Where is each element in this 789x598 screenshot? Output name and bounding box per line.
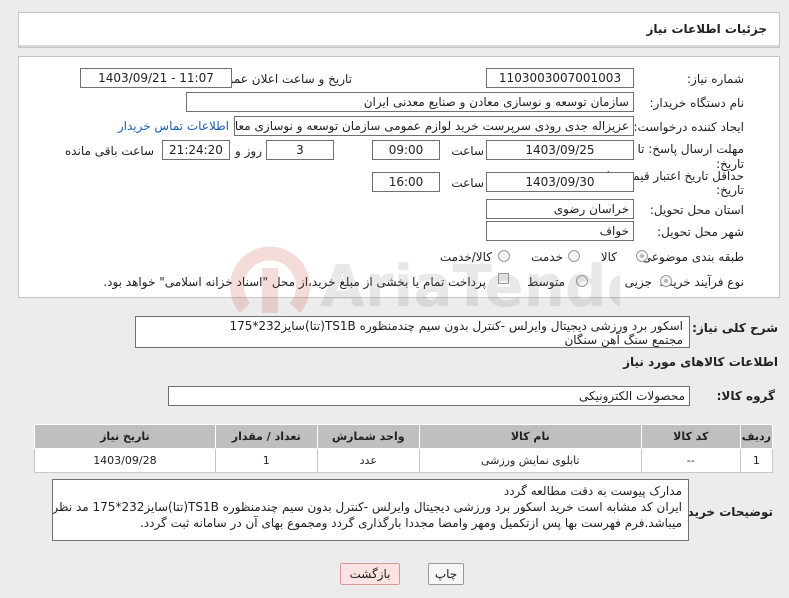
days-label: روز و	[235, 144, 262, 158]
col-need-date: تاریخ نیاز	[34, 424, 216, 449]
purchase-radio-minor[interactable]	[660, 275, 672, 287]
buyer-notes-box[interactable]: مدارک پیوست به دقت مطالعه گردد ایران کد …	[52, 479, 689, 541]
days-remaining-field[interactable]: 3	[266, 140, 334, 160]
category-radio-service[interactable]	[568, 250, 580, 262]
category-option-both: کالا/خدمت	[439, 250, 492, 264]
cell-need-date: 1403/09/28	[34, 448, 216, 473]
purchase-option-medium: متوسط	[527, 275, 565, 289]
requester-field[interactable]: عزیزاله جدی رودی سرپرست خرید لوازم عمومی…	[234, 116, 634, 136]
deadline-label: مهلت ارسال پاسخ: تا	[637, 142, 744, 156]
goods-section-title: اطلاعات کالاهای مورد نیاز	[623, 355, 778, 369]
province-field[interactable]: خراسان رضوی	[486, 199, 634, 219]
validity-time-field[interactable]: 16:00	[372, 172, 440, 192]
treasury-payment-checkbox[interactable]	[498, 273, 509, 284]
announce-datetime-field[interactable]: 1403/09/21 - 11:07	[80, 68, 232, 88]
validity-date-label: تاریخ:	[716, 183, 744, 197]
validity-date-field[interactable]: 1403/09/30	[486, 172, 634, 192]
deadline-date-field[interactable]: 1403/09/25	[486, 140, 634, 160]
buyer-notes-line-2: ایران کد مشابه است خرید اسکور برد ورزشی …	[52, 500, 682, 514]
buyer-notes-line-1: مدارک پیوست به دقت مطالعه گردد	[503, 484, 682, 498]
goods-group-field[interactable]: محصولات الکترونیکی	[168, 386, 690, 406]
cell-quantity: 1	[214, 448, 318, 473]
deadline-time-label: ساعت	[451, 144, 484, 158]
city-label: شهر محل تحویل:	[657, 225, 744, 239]
category-option-goods: کالا	[600, 250, 617, 264]
cell-code: --	[640, 448, 741, 473]
description-line-1: اسکور برد ورزشی دیجیتال وایرلس -کنترل بد…	[229, 319, 683, 333]
header-panel: جزئیات اطلاعات نیاز	[18, 12, 780, 48]
validity-time-label: ساعت	[451, 176, 484, 190]
deadline-time-field[interactable]: 09:00	[372, 140, 440, 160]
description-line-2: مجتمع سنگ آهن سنگان	[564, 333, 683, 347]
goods-table: ردیف کد کالا نام کالا واحد شمارش تعداد /…	[34, 424, 774, 473]
goods-table-header: ردیف کد کالا نام کالا واحد شمارش تعداد /…	[34, 424, 774, 449]
cell-name: تابلوی نمایش ورزشی	[418, 448, 642, 473]
need-number-field[interactable]: 1103003007001003	[486, 68, 634, 88]
buyer-notes-line-3: میباشد.فرم فهرست بها پس ازتکمیل ومهر وام…	[139, 516, 682, 530]
table-row: 1 -- تابلوی نمایش ورزشی عدد 1 1403/09/28	[34, 448, 774, 473]
requester-label: ایجاد کننده درخواست:	[633, 120, 744, 134]
category-label: طبقه بندی موضوعی:	[637, 250, 744, 264]
category-radio-both[interactable]	[498, 250, 510, 262]
goods-group-label: گروه کالا:	[716, 389, 775, 403]
description-box[interactable]: اسکور برد ورزشی دیجیتال وایرلس -کنترل بد…	[135, 316, 690, 348]
buyer-org-label: نام دستگاه خریدار:	[649, 96, 745, 110]
purchase-option-minor: جزیی	[624, 275, 652, 289]
col-name: نام کالا	[418, 424, 642, 449]
category-option-service: خدمت	[531, 250, 563, 264]
buyer-org-field[interactable]: سازمان توسعه و نوسازی معادن و صنایع معدن…	[186, 92, 634, 112]
page-title: جزئیات اطلاعات نیاز	[646, 22, 767, 36]
col-quantity: تعداد / مقدار	[214, 424, 318, 449]
back-button[interactable]: بازگشت	[340, 563, 400, 585]
city-field[interactable]: خواف	[486, 221, 634, 241]
need-number-label: شماره نیاز:	[687, 72, 744, 86]
treasury-payment-note: پرداخت تمام یا بخشی از مبلغ خرید،از محل …	[103, 275, 486, 289]
purchase-radio-medium[interactable]	[576, 275, 588, 287]
col-unit: واحد شمارش	[316, 424, 420, 449]
province-label: استان محل تحویل:	[649, 203, 744, 217]
col-row: ردیف	[739, 424, 774, 449]
remaining-time-field[interactable]: 21:24:20	[162, 140, 230, 160]
category-radio-goods[interactable]	[636, 250, 648, 262]
description-label: شرح کلی نیاز:	[692, 321, 778, 335]
print-button[interactable]: چاپ	[428, 563, 464, 585]
cell-row: 1	[739, 448, 774, 473]
remaining-label: ساعت باقی مانده	[64, 144, 154, 158]
contact-info-link[interactable]: اطلاعات تماس خریدار	[118, 119, 229, 133]
cell-unit: عدد	[316, 448, 420, 473]
col-code: کد کالا	[640, 424, 741, 449]
